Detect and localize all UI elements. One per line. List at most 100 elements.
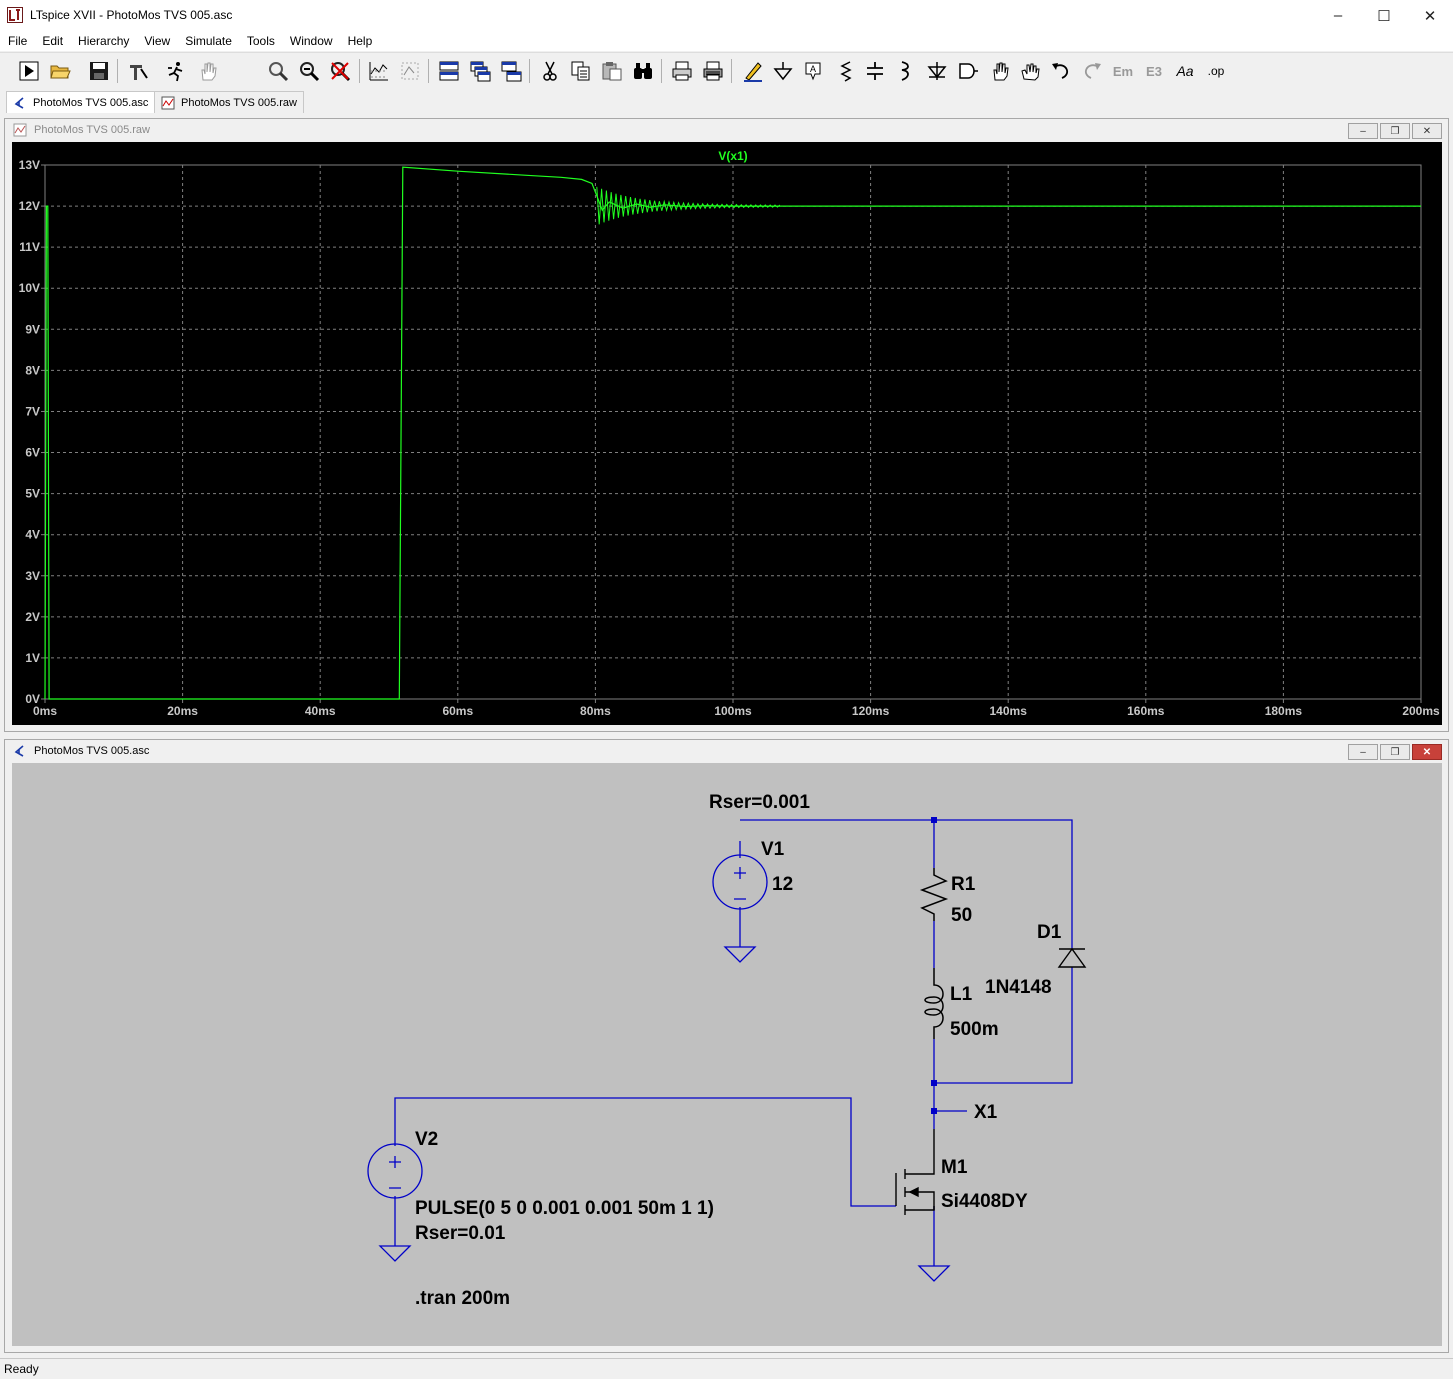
waveform-window-titlebar[interactable]: PhotoMos TVS 005.raw xyxy=(5,119,1448,141)
schematic-window-icon xyxy=(14,745,24,757)
x-tick-label: 200ms xyxy=(1402,704,1440,718)
diode-icon[interactable] xyxy=(924,58,950,84)
waveform-restore-button[interactable]: ❐ xyxy=(1380,123,1410,139)
open-icon[interactable] xyxy=(47,58,73,84)
m1-name-label[interactable]: M1 xyxy=(941,1157,968,1178)
component-icon[interactable] xyxy=(955,58,981,84)
y-tick-label: 13V xyxy=(19,158,40,172)
zoom-out-icon[interactable] xyxy=(296,58,322,84)
tile-vertical-icon[interactable] xyxy=(498,58,524,84)
d1-value-label[interactable]: 1N4148 xyxy=(985,977,1052,998)
document-tab-bar: PhotoMos TVS 005.asc PhotoMos TVS 005.ra… xyxy=(0,89,1453,113)
undo-icon[interactable] xyxy=(1048,58,1074,84)
v1-ser-label[interactable]: Rser=0.001 xyxy=(709,792,810,813)
waveform-window-title: PhotoMos TVS 005.raw xyxy=(34,124,150,136)
run-icon[interactable] xyxy=(16,58,42,84)
v2-name-label[interactable]: V2 xyxy=(415,1129,438,1150)
svg-text:E3: E3 xyxy=(1146,64,1162,79)
l1-value-label[interactable]: 500m xyxy=(950,1019,999,1040)
m1-value-label[interactable]: Si4408DY xyxy=(941,1191,1028,1212)
draw-wire-icon[interactable] xyxy=(740,58,766,84)
pan-icon[interactable] xyxy=(195,58,221,84)
save-icon[interactable] xyxy=(86,58,112,84)
y-tick-label: 7V xyxy=(25,404,40,418)
menu-view[interactable]: View xyxy=(136,34,177,48)
waveform-window: PhotoMos TVS 005.raw – ❐ ✕ 0ms 20ms 40ms 60… xyxy=(4,118,1449,732)
schematic-drawing: Rser=0.001 V1 12 R1 50 D1 1N4148 L1 500m… xyxy=(367,792,1087,1309)
move-icon[interactable] xyxy=(987,58,1013,84)
tran-directive[interactable]: .tran 200m xyxy=(415,1288,510,1309)
v1-value-label[interactable]: 12 xyxy=(772,874,793,895)
text-icon[interactable]: Aa xyxy=(1172,58,1198,84)
menu-file[interactable]: File xyxy=(0,34,34,48)
autorange-icon[interactable] xyxy=(366,58,392,84)
resistor-icon[interactable] xyxy=(832,58,858,84)
menu-tools[interactable]: Tools xyxy=(239,34,282,48)
ltspice-logo-icon xyxy=(7,7,23,23)
junction-dot xyxy=(931,1080,937,1086)
schematic-restore-button[interactable]: ❐ xyxy=(1380,744,1410,760)
junction-dot xyxy=(931,1108,937,1114)
tile-horizontal-icon[interactable] xyxy=(436,58,462,84)
schematic-window: PhotoMos TVS 005.asc – ❐ ✕ Rser=0.001 V1… xyxy=(4,739,1449,1353)
v2-source-symbol[interactable] xyxy=(367,1143,423,1199)
v2-ser-label[interactable]: Rser=0.01 xyxy=(415,1223,506,1244)
inductor-icon[interactable] xyxy=(892,58,918,84)
schematic-canvas[interactable]: Rser=0.001 V1 12 R1 50 D1 1N4148 L1 500m… xyxy=(12,763,1442,1346)
menu-window[interactable]: Window xyxy=(282,34,340,48)
m1-mosfet-symbol[interactable] xyxy=(895,1129,935,1215)
r1-resistor-symbol[interactable] xyxy=(919,868,949,921)
paste-icon[interactable] xyxy=(599,58,625,84)
x1-net-label[interactable]: X1 xyxy=(974,1102,998,1123)
schematic-minimize-button[interactable]: – xyxy=(1348,744,1378,760)
maximize-button[interactable]: ☐ xyxy=(1361,0,1407,31)
copy-icon[interactable] xyxy=(568,58,594,84)
waveform-plot[interactable]: 0ms 20ms 40ms 60ms 80ms 100ms 120ms 140ms 160ms 1… xyxy=(12,142,1442,725)
r1-value-label[interactable]: 50 xyxy=(951,905,972,926)
d1-name-label[interactable]: D1 xyxy=(1037,922,1062,943)
menu-edit[interactable]: Edit xyxy=(34,34,70,48)
l1-name-label[interactable]: L1 xyxy=(950,984,973,1005)
cut-icon[interactable] xyxy=(537,58,563,84)
close-button[interactable]: ✕ xyxy=(1407,0,1453,31)
menu-hierarchy[interactable]: Hierarchy xyxy=(70,34,136,48)
control-panel-icon[interactable] xyxy=(125,58,151,84)
halt-icon[interactable] xyxy=(163,58,189,84)
rotate-icon[interactable]: Em xyxy=(1110,58,1136,84)
y-tick-label: 8V xyxy=(25,363,40,377)
schematic-close-button[interactable]: ✕ xyxy=(1412,744,1442,760)
y-tick-label: 6V xyxy=(25,446,40,460)
minimize-button[interactable]: – xyxy=(1315,0,1361,31)
x-tick-label: 80ms xyxy=(580,704,611,718)
v1-name-label[interactable]: V1 xyxy=(761,839,785,860)
tab-schematic[interactable]: PhotoMos TVS 005.asc xyxy=(6,91,156,113)
drag-icon[interactable] xyxy=(1017,58,1043,84)
waveform-close-button[interactable]: ✕ xyxy=(1412,123,1442,139)
spice-directive-icon[interactable]: .op xyxy=(1203,58,1229,84)
menu-help[interactable]: Help xyxy=(340,34,380,48)
menu-simulate[interactable]: Simulate xyxy=(177,34,239,48)
v1-source-symbol[interactable] xyxy=(712,854,768,910)
mirror-icon[interactable]: E3 xyxy=(1141,58,1167,84)
r1-name-label[interactable]: R1 xyxy=(951,874,976,895)
d1-diode-symbol[interactable] xyxy=(1057,947,1087,968)
print-icon[interactable] xyxy=(669,58,695,84)
find-icon[interactable] xyxy=(630,58,656,84)
v2-value-label[interactable]: PULSE(0 5 0 0.001 0.001 50m 1 1) xyxy=(415,1198,714,1219)
zoom-cancel-icon[interactable] xyxy=(327,58,353,84)
l1-inductor-symbol[interactable] xyxy=(924,968,944,1039)
label-net-icon[interactable]: A xyxy=(800,58,826,84)
redo-icon[interactable] xyxy=(1079,58,1105,84)
wire-gate[interactable] xyxy=(394,1097,896,1207)
capacitor-icon[interactable] xyxy=(862,58,888,84)
cascade-icon[interactable] xyxy=(467,58,493,84)
print-setup-icon[interactable] xyxy=(700,58,726,84)
waveform-icon[interactable] xyxy=(397,58,423,84)
schematic-window-titlebar[interactable]: PhotoMos TVS 005.asc xyxy=(5,740,1448,762)
zoom-in-icon[interactable] xyxy=(265,58,291,84)
waveform-minimize-button[interactable]: – xyxy=(1348,123,1378,139)
tab-waveform[interactable]: PhotoMos TVS 005.raw xyxy=(154,91,304,113)
trace-legend-label[interactable]: V(x1) xyxy=(718,149,747,163)
ground-icon[interactable] xyxy=(770,58,796,84)
status-bar: Ready xyxy=(0,1358,1453,1379)
